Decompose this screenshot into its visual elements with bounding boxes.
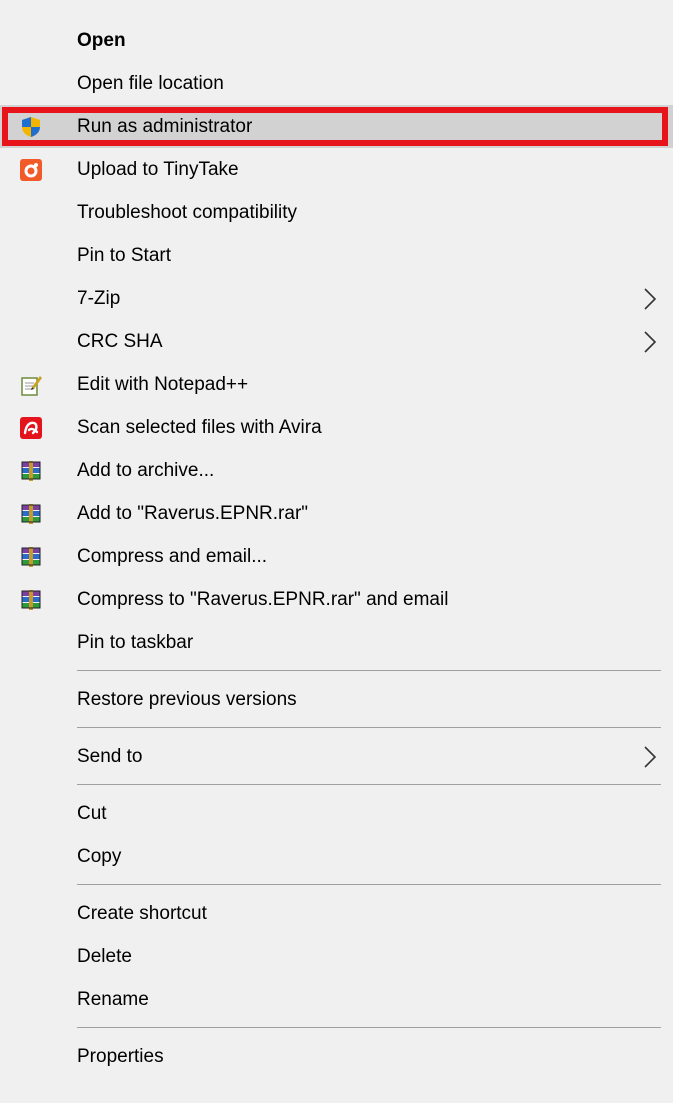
menu-item-troubleshoot-compatibility[interactable]: Troubleshoot compatibility: [0, 191, 673, 234]
menu-item-label: CRC SHA: [77, 330, 163, 352]
menu-item-create-shortcut[interactable]: Create shortcut: [0, 892, 673, 935]
context-menu-items: Open Open file location Run as administrat…: [0, 0, 673, 1078]
menu-item-open[interactable]: Open: [0, 19, 673, 62]
menu-item-compress-to-raverus-epnr-rar-and-email[interactable]: Compress to "Raverus.EPNR.rar" and email: [0, 578, 673, 621]
menu-item-properties[interactable]: Properties: [0, 1035, 673, 1078]
menu-separator: [77, 1027, 661, 1028]
menu-item-upload-to-tinytake[interactable]: Upload to TinyTake: [0, 148, 673, 191]
menu-item-label: Compress and email...: [77, 545, 268, 567]
menu-item-label: Send to: [77, 745, 143, 767]
menu-item-label: Add to archive...: [77, 459, 215, 481]
chevron-right-icon: [643, 745, 657, 769]
menu-item-label: Properties: [77, 1045, 164, 1067]
menu-item-pin-to-taskbar[interactable]: Pin to taskbar: [0, 621, 673, 664]
winrar-icon: [20, 589, 42, 611]
avira-icon: [20, 416, 42, 439]
menu-item-label: Open file location: [77, 72, 224, 94]
uac-shield-icon: [20, 116, 42, 138]
menu-item-label: Add to "Raverus.EPNR.rar": [77, 502, 309, 524]
winrar-icon: [20, 503, 42, 525]
tinytake-icon: [20, 158, 42, 181]
menu-item-cut[interactable]: Cut: [0, 792, 673, 835]
menu-item-label: Compress to "Raverus.EPNR.rar" and email: [77, 588, 449, 610]
menu-item-label: Open: [77, 29, 126, 51]
menu-item-pin-to-start[interactable]: Pin to Start: [0, 234, 673, 277]
menu-item-label: Copy: [77, 845, 122, 867]
context-menu: Open Open file location Run as administrat…: [0, 0, 673, 1103]
menu-item-7-zip[interactable]: 7-Zip: [0, 277, 673, 320]
menu-item-label: Cut: [77, 802, 107, 824]
menu-item-label: Delete: [77, 945, 132, 967]
menu-item-delete[interactable]: Delete: [0, 935, 673, 978]
menu-item-open-file-location[interactable]: Open file location: [0, 62, 673, 105]
menu-item-add-to-raverus-epnr-rar[interactable]: Add to "Raverus.EPNR.rar": [0, 492, 673, 535]
menu-item-label: Scan selected files with Avira: [77, 416, 322, 438]
menu-separator: [77, 884, 661, 885]
menu-item-edit-with-notepad[interactable]: Edit with Notepad++: [0, 363, 673, 406]
menu-separator: [77, 727, 661, 728]
menu-item-send-to[interactable]: Send to: [0, 735, 673, 778]
menu-item-label: Rename: [77, 988, 149, 1010]
menu-item-compress-and-email[interactable]: Compress and email...: [0, 535, 673, 578]
menu-item-copy[interactable]: Copy: [0, 835, 673, 878]
menu-separator: [77, 670, 661, 671]
menu-item-crc-sha[interactable]: CRC SHA: [0, 320, 673, 363]
menu-item-add-to-archive[interactable]: Add to archive...: [0, 449, 673, 492]
menu-item-label: Restore previous versions: [77, 688, 297, 710]
winrar-icon: [20, 546, 42, 568]
chevron-right-icon: [643, 330, 657, 354]
menu-item-label: Pin to Start: [77, 244, 171, 266]
menu-item-run-as-administrator[interactable]: Run as administrator: [0, 105, 673, 148]
menu-item-label: Pin to taskbar: [77, 631, 194, 653]
menu-item-label: Upload to TinyTake: [77, 158, 239, 180]
notepadpp-icon: [20, 374, 42, 396]
menu-separator: [77, 784, 661, 785]
menu-item-rename[interactable]: Rename: [0, 978, 673, 1021]
menu-item-label: 7-Zip: [77, 287, 121, 309]
menu-item-label: Troubleshoot compatibility: [77, 201, 298, 223]
menu-item-label: Run as administrator: [77, 115, 253, 137]
menu-item-restore-previous-versions[interactable]: Restore previous versions: [0, 678, 673, 721]
menu-item-label: Edit with Notepad++: [77, 373, 249, 395]
winrar-icon: [20, 460, 42, 482]
menu-item-scan-selected-files-with-avira[interactable]: Scan selected files with Avira: [0, 406, 673, 449]
menu-item-label: Create shortcut: [77, 902, 207, 924]
chevron-right-icon: [643, 287, 657, 311]
